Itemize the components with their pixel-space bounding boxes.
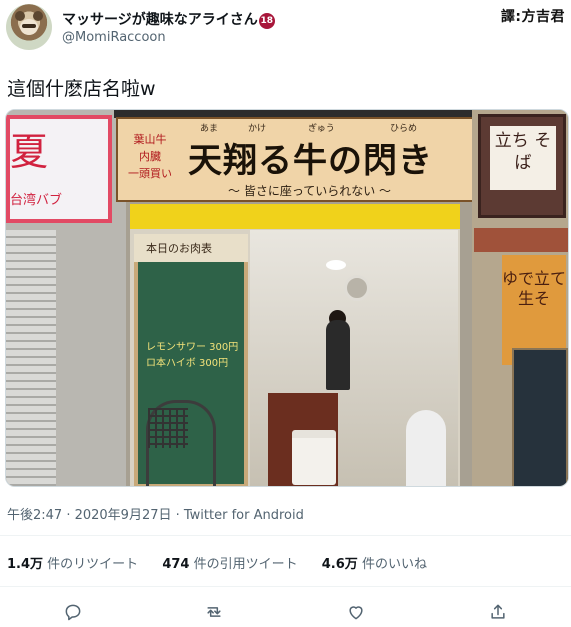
display-name-text[interactable]: マッサージが趣味なアライさん bbox=[62, 12, 258, 28]
share-button[interactable] bbox=[486, 600, 510, 624]
photo-side-text: 葉山牛 内臓 一頭買い bbox=[128, 131, 172, 182]
age-restriction-badge: 18 bbox=[258, 13, 275, 29]
photo-side-text-line: 一頭買い bbox=[128, 167, 172, 180]
photo-menu-board-title: 本日のお肉表 bbox=[146, 242, 212, 255]
photo-main-sign: 葉山牛 内臓 一頭買い あま かけ ぎゅう ひらめ 天翔る牛の閃き 〜 皆さに座… bbox=[116, 117, 474, 202]
photo-right-sign-text: 立ち そば bbox=[490, 126, 556, 190]
avatar-eyes bbox=[22, 24, 36, 28]
photo-shop-name: 天翔る牛の閃き bbox=[188, 141, 433, 181]
likes-label: 件のいいね bbox=[361, 557, 427, 572]
like-icon bbox=[349, 606, 363, 620]
photo-side-text-line: 内臓 bbox=[139, 150, 161, 163]
photo-menu-board-line: ロ本ハイボ 300円 bbox=[146, 358, 229, 369]
tweet-header: マッサージが趣味なアライさん 18 @MomiRaccoon 譯:方吉君 bbox=[0, 0, 571, 56]
retweet-button[interactable] bbox=[202, 600, 226, 624]
translator-credit: 譯:方吉君 bbox=[500, 9, 565, 25]
avatar[interactable] bbox=[6, 4, 52, 50]
photo-fan bbox=[344, 275, 370, 301]
photo-ceiling-light bbox=[326, 260, 346, 270]
quotes-label: 件の引用ツイート bbox=[193, 557, 298, 572]
photo-side-text-line: 葉山牛 bbox=[133, 133, 167, 146]
quotes-stat[interactable]: 474 件の引用ツイート bbox=[162, 557, 297, 572]
photo-umbrella bbox=[406, 410, 446, 486]
photo-dark-menu-sign bbox=[512, 348, 568, 486]
retweet-icon bbox=[207, 607, 221, 617]
photo-trash-bin bbox=[292, 430, 336, 485]
photo-menu-board-line: レモンサワー 300円 bbox=[146, 342, 239, 353]
like-button[interactable] bbox=[344, 600, 368, 624]
likes-count: 4.6万 bbox=[321, 557, 358, 572]
reply-icon bbox=[65, 604, 81, 621]
reply-button[interactable] bbox=[61, 600, 85, 624]
photo-left-sign-kanji: 夏 bbox=[10, 130, 49, 174]
tweet-actions bbox=[0, 600, 571, 624]
photo-left-sign: 夏 台湾バブ bbox=[6, 115, 112, 223]
user-handle[interactable]: @MomiRaccoon bbox=[62, 30, 166, 45]
avatar-ear-right bbox=[33, 11, 43, 21]
tweet-photo[interactable]: 夏 台湾バブ 葉山牛 内臓 一頭買い あま かけ ぎゅう ひらめ 天翔る牛の閃き… bbox=[5, 109, 569, 487]
share-icon bbox=[491, 604, 505, 619]
quotes-count: 474 bbox=[162, 557, 190, 572]
tweet-timestamp[interactable]: 午後2:47 · 2020年9月27日 · Twitter for Androi… bbox=[7, 504, 304, 523]
retweets-label: 件のリツイート bbox=[47, 557, 139, 572]
tweet-stats: 1.4万 件のリツイート 474 件の引用ツイート 4.6万 件のいいね bbox=[7, 553, 447, 572]
photo-left-sign-text: 台湾バブ bbox=[10, 193, 63, 208]
photo-awning bbox=[474, 228, 568, 252]
divider bbox=[0, 586, 571, 587]
photo-yellow-band bbox=[130, 204, 460, 229]
retweets-stat[interactable]: 1.4万 件のリツイート bbox=[7, 557, 138, 572]
photo-shop-subtitle: 〜 皆さに座っていられない 〜 bbox=[228, 184, 392, 198]
photo-shutter bbox=[6, 230, 56, 486]
display-name[interactable]: マッサージが趣味なアライさん 18 bbox=[62, 9, 275, 29]
retweets-count: 1.4万 bbox=[7, 557, 44, 572]
photo-bicycle-basket bbox=[148, 408, 188, 448]
divider bbox=[0, 535, 571, 536]
likes-stat[interactable]: 4.6万 件のいいね bbox=[322, 557, 427, 572]
photo-person bbox=[326, 320, 350, 390]
tweet-text: 這個什麽店名啦w bbox=[7, 78, 156, 100]
